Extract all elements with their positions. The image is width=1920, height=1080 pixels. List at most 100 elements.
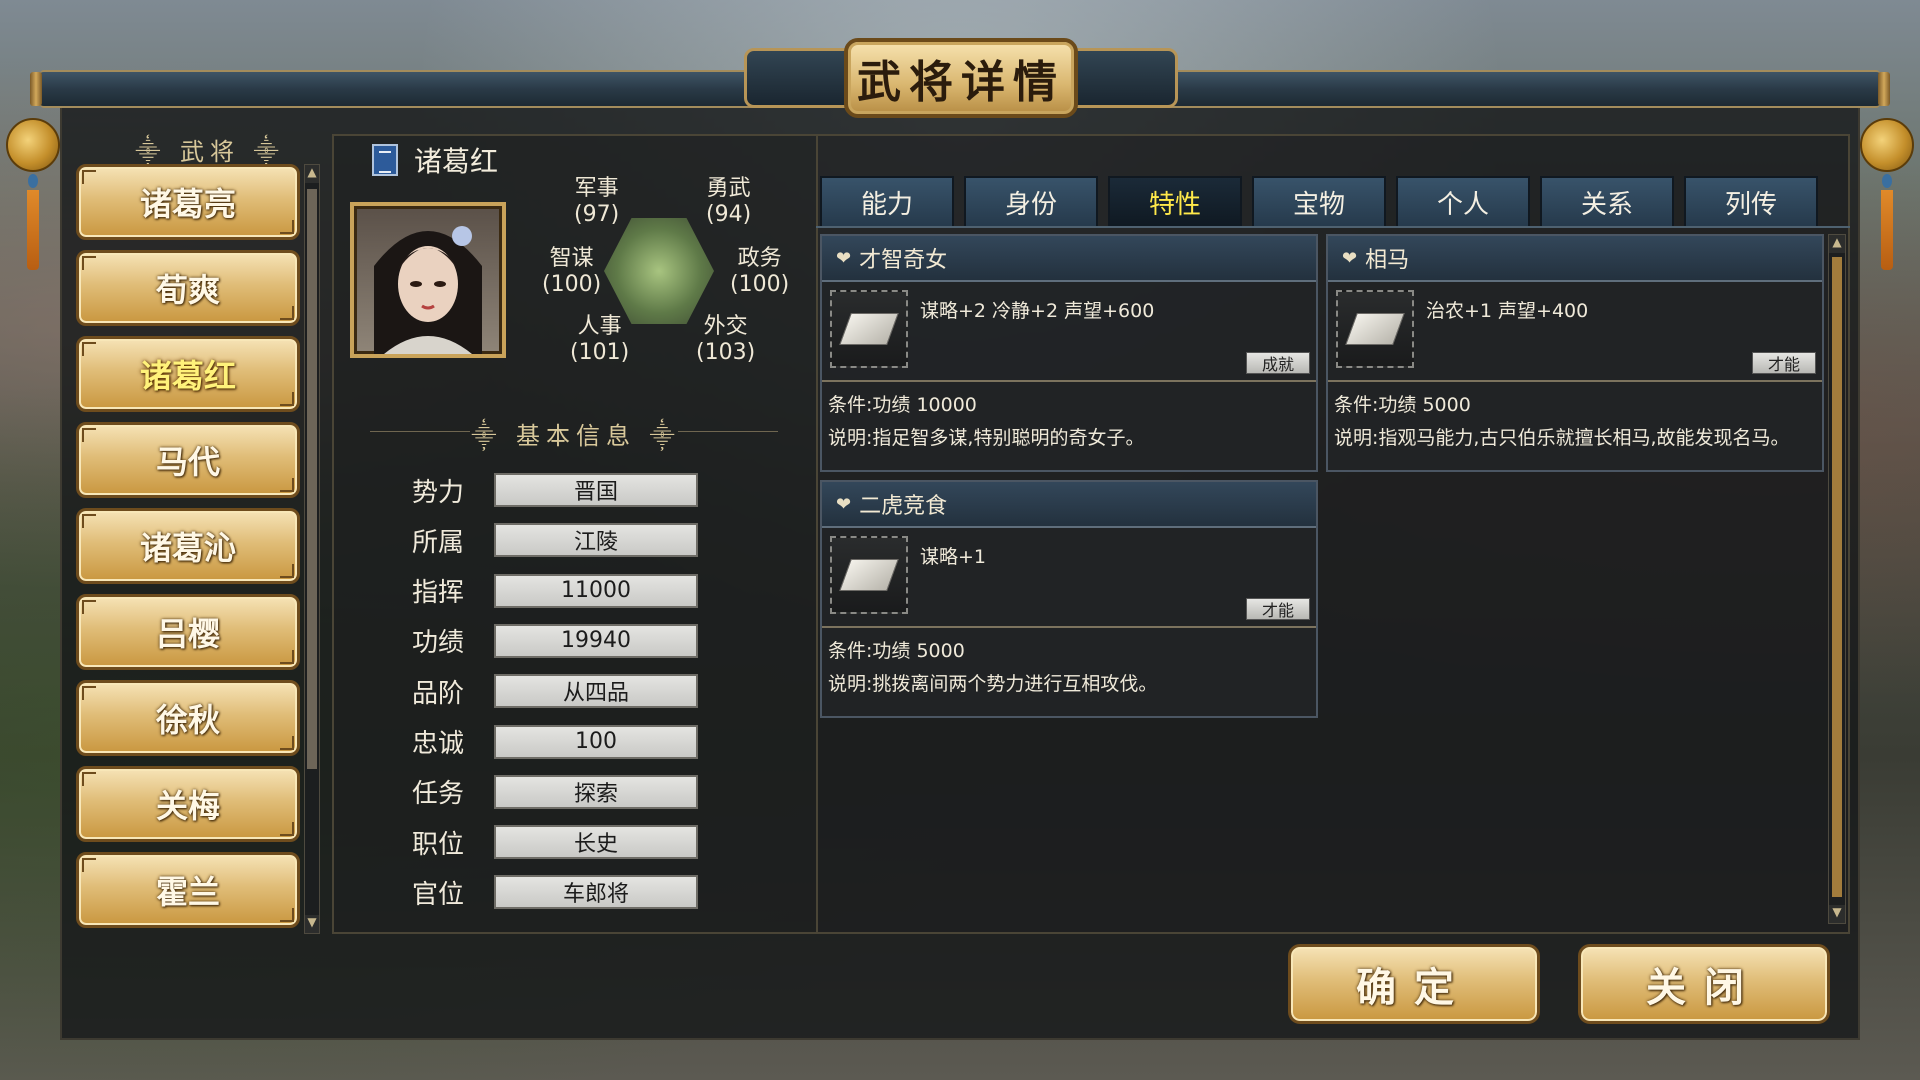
- trait-condition: 条件:功绩 5000: [828, 640, 965, 662]
- tab-0[interactable]: 能力: [820, 176, 954, 226]
- trait-description: 说明:指观马能力,古只伯乐就擅长相马,故能发现名马。: [1334, 427, 1790, 449]
- info-label: 任务: [412, 779, 465, 810]
- tab-2[interactable]: 特性: [1108, 176, 1242, 226]
- general-portrait: [350, 202, 506, 358]
- coin-ornament: [6, 118, 60, 172]
- general-list-label: 吕樱: [155, 615, 220, 653]
- trait-tag: 才能: [1246, 598, 1310, 620]
- info-value: 11000: [494, 573, 698, 608]
- chevron-up-icon[interactable]: ▲: [1829, 235, 1845, 253]
- info-label: 忠诚: [412, 729, 465, 759]
- general-list-item[interactable]: 荀爽: [76, 250, 300, 326]
- general-list-item[interactable]: 吕樱: [76, 594, 300, 670]
- trait-effect: 谋略+2 冷静+2 声望+600: [920, 300, 1155, 322]
- info-value: 江陵: [494, 523, 698, 558]
- scroll-roller-left: [30, 72, 42, 106]
- info-value: 19940: [494, 623, 698, 658]
- tab-1[interactable]: 身份: [964, 176, 1098, 226]
- trait-condition: 条件:功绩 10000: [828, 394, 977, 416]
- stat-strategy: 智谋 (100): [542, 246, 602, 297]
- stat-diplomacy: 外交 (103): [696, 314, 756, 365]
- title-plaque: 武将详情: [744, 38, 1178, 118]
- info-row: 品阶 从四品: [412, 673, 698, 709]
- info-row: 职位 长史: [412, 824, 698, 860]
- info-label: 功绩: [412, 628, 465, 659]
- general-list: 诸葛亮荀爽诸葛红马代诸葛沁吕樱徐秋关梅霍兰: [76, 164, 300, 938]
- heart-icon: ❤: [836, 493, 852, 515]
- info-value: 从四品: [494, 674, 698, 709]
- traits-area: ❤ 才智奇女 谋略+2 冷静+2 声望+600 成就 条件:功绩 10000 说明…: [816, 226, 1850, 934]
- general-list-label: 荀爽: [155, 271, 220, 309]
- general-list-item[interactable]: 诸葛红: [76, 336, 300, 412]
- heart-icon: ❤: [836, 247, 852, 269]
- scroll-roller-right: [1878, 72, 1890, 106]
- info-row: 所属 江陵: [412, 522, 698, 558]
- general-name: 诸葛红: [414, 145, 499, 178]
- scroll-thumb[interactable]: [1832, 257, 1842, 897]
- close-button[interactable]: 关闭: [1578, 944, 1830, 1024]
- stat-military: 军事 (97): [574, 176, 620, 227]
- info-value: 长史: [494, 825, 698, 860]
- general-list-item[interactable]: 关梅: [76, 766, 300, 842]
- general-list-item[interactable]: 诸葛沁: [76, 508, 300, 584]
- general-list-label: 霍兰: [155, 873, 220, 911]
- stat-personnel: 人事 (101): [570, 314, 630, 365]
- info-value: 探索: [494, 774, 698, 809]
- tassel-left: [6, 118, 60, 270]
- general-list-item[interactable]: 诸葛亮: [76, 164, 300, 240]
- info-value: 车郎将: [494, 875, 698, 910]
- general-list-item[interactable]: 徐秋: [76, 680, 300, 756]
- info-row: 势力 晋国: [412, 472, 698, 508]
- chevron-down-icon[interactable]: ▼: [1829, 905, 1845, 923]
- general-list-label: 徐秋: [155, 701, 220, 739]
- info-label: 职位: [412, 829, 465, 860]
- tab-6[interactable]: 列传: [1684, 176, 1818, 226]
- info-label: 势力: [412, 477, 465, 508]
- stat-politics: 政务 (100): [730, 246, 790, 297]
- general-list-item[interactable]: 马代: [76, 422, 300, 498]
- trait-card: ❤ 相马 治农+1 声望+400 才能 条件:功绩 5000 说明:指观马能力,古…: [1326, 234, 1824, 472]
- scroll-book-icon: [372, 144, 398, 176]
- info-row: 指挥 11000: [412, 573, 698, 609]
- tab-5[interactable]: 关系: [1540, 176, 1674, 226]
- tab-4[interactable]: 个人: [1396, 176, 1530, 226]
- chevron-up-icon[interactable]: ▲: [305, 165, 319, 183]
- info-row: 任务 探索: [412, 774, 698, 810]
- coin-ornament: [1860, 118, 1914, 172]
- trait-condition: 条件:功绩 5000: [1334, 394, 1471, 416]
- trait-image: [830, 536, 908, 614]
- general-list-label: 马代: [155, 443, 220, 481]
- trait-card: ❤ 二虎竞食 谋略+1 才能 条件:功绩 5000 说明:挑拨离间两个势力进行互相…: [820, 480, 1318, 718]
- info-row: 官位 车郎将: [412, 874, 698, 910]
- info-row: 忠诚 100: [412, 724, 698, 760]
- trait-description: 说明:挑拨离间两个势力进行互相攻伐。: [828, 673, 1158, 695]
- tab-3[interactable]: 宝物: [1252, 176, 1386, 226]
- tab-bar: 能力 身份 特性 宝物 个人 关系 列传: [820, 176, 1828, 226]
- info-value: 100: [494, 724, 698, 759]
- chevron-down-icon[interactable]: ▼: [305, 915, 319, 933]
- general-list-scrollbar[interactable]: ▲ ▼: [304, 164, 320, 934]
- scroll-thumb[interactable]: [307, 189, 317, 769]
- trait-effect: 谋略+1: [920, 546, 987, 568]
- general-list-label: 诸葛亮: [139, 185, 236, 223]
- trait-effect: 治农+1 声望+400: [1426, 300, 1589, 322]
- heart-icon: ❤: [1342, 247, 1358, 269]
- general-list-item[interactable]: 霍兰: [76, 852, 300, 928]
- info-label: 官位: [412, 879, 465, 910]
- list-heading: ⸎ 武将 ⸎: [135, 138, 285, 166]
- trait-tag: 才能: [1752, 352, 1816, 374]
- info-row: 功绩 19940: [412, 623, 698, 659]
- name-row: 诸葛红: [372, 140, 498, 180]
- info-value: 晋国: [494, 473, 698, 507]
- general-list-label: 诸葛红: [139, 357, 236, 395]
- traits-scrollbar[interactable]: ▲ ▼: [1828, 234, 1846, 924]
- info-label: 品阶: [412, 678, 465, 709]
- info-label: 指挥: [412, 578, 465, 609]
- confirm-button[interactable]: 确定: [1288, 944, 1540, 1024]
- stat-valor: 勇武 (94): [706, 176, 752, 227]
- info-label: 所属: [412, 527, 465, 558]
- trait-image: [1336, 290, 1414, 368]
- trait-card: ❤ 才智奇女 谋略+2 冷静+2 声望+600 成就 条件:功绩 10000 说明…: [820, 234, 1318, 472]
- basic-info-title: ⸎ 基本信息 ⸎: [471, 422, 681, 450]
- trait-tag: 成就: [1246, 352, 1310, 374]
